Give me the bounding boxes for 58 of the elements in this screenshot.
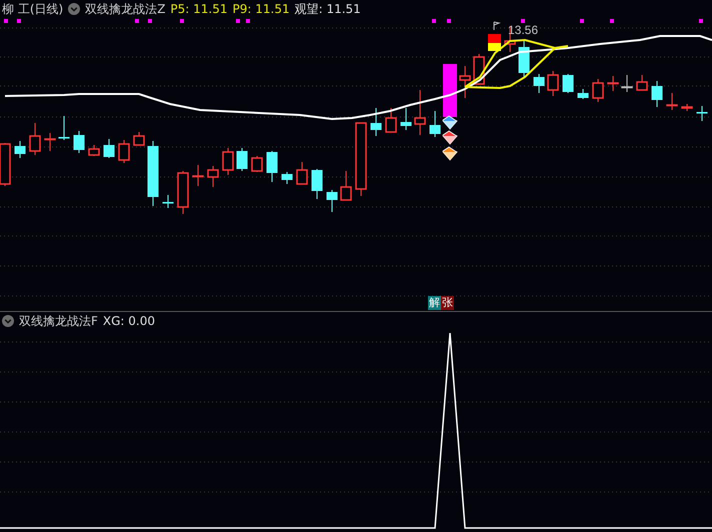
candlestick (547, 70, 559, 96)
candlestick (385, 108, 397, 133)
candlestick (562, 74, 574, 94)
candlestick (636, 74, 648, 91)
candlestick (74, 130, 84, 154)
candlestick (14, 140, 26, 158)
candlestick (207, 166, 219, 188)
candlestick (312, 168, 322, 200)
candlestick (133, 132, 145, 146)
candlestick (88, 144, 100, 156)
indicator-value: P5: 11.51 (170, 1, 228, 18)
signal-marker-icon (488, 34, 501, 51)
candlestick (222, 148, 234, 176)
candlestick (192, 164, 204, 186)
candlestick (652, 80, 662, 108)
candlestick (459, 66, 471, 98)
candlestick (148, 140, 158, 206)
candlestick (44, 132, 56, 152)
candlestick (177, 170, 189, 214)
indicator-value: XG: 0.00 (102, 313, 156, 330)
candlestick (266, 150, 278, 182)
candlestick (430, 110, 440, 138)
candlestick (326, 190, 338, 212)
candlestick (666, 92, 678, 110)
diamond-icon (442, 130, 458, 145)
diamond-icon (442, 116, 458, 130)
candlestick (518, 40, 530, 78)
candlestick (578, 88, 588, 100)
candlestick (370, 108, 382, 136)
signal-badge: 解 (428, 296, 441, 310)
diamond-icon (442, 146, 458, 161)
candlestick (696, 106, 708, 122)
candlestick (58, 116, 70, 140)
signal-badge: 张 (441, 296, 454, 310)
candlestick (29, 122, 41, 156)
candlestick (400, 108, 412, 130)
candlestick (236, 148, 248, 172)
candlestick (534, 74, 544, 94)
candlestick (621, 74, 633, 92)
candlestick (104, 138, 114, 158)
flag-icon (494, 22, 501, 30)
candlestick (607, 76, 619, 92)
indicator-name: 双线擒龙战法F (19, 313, 98, 330)
candlestick (282, 172, 292, 184)
security-name: 柳 工(日线) (2, 1, 64, 18)
candlestick (340, 170, 352, 201)
candlestick (162, 194, 174, 208)
indicator-name: 双线擒龙战法Z (85, 1, 166, 18)
chevron-down-icon[interactable] (68, 3, 80, 15)
indicator-value: 观望: 11.51 (294, 1, 361, 18)
candlestick (118, 140, 130, 164)
candlestick (681, 104, 693, 112)
candlestick (414, 90, 426, 136)
indicator-value: P9: 11.51 (232, 1, 290, 18)
candlestick (296, 162, 308, 185)
chevron-down-icon[interactable] (2, 315, 14, 327)
signal-bar (443, 64, 457, 117)
candlestick (251, 156, 263, 172)
